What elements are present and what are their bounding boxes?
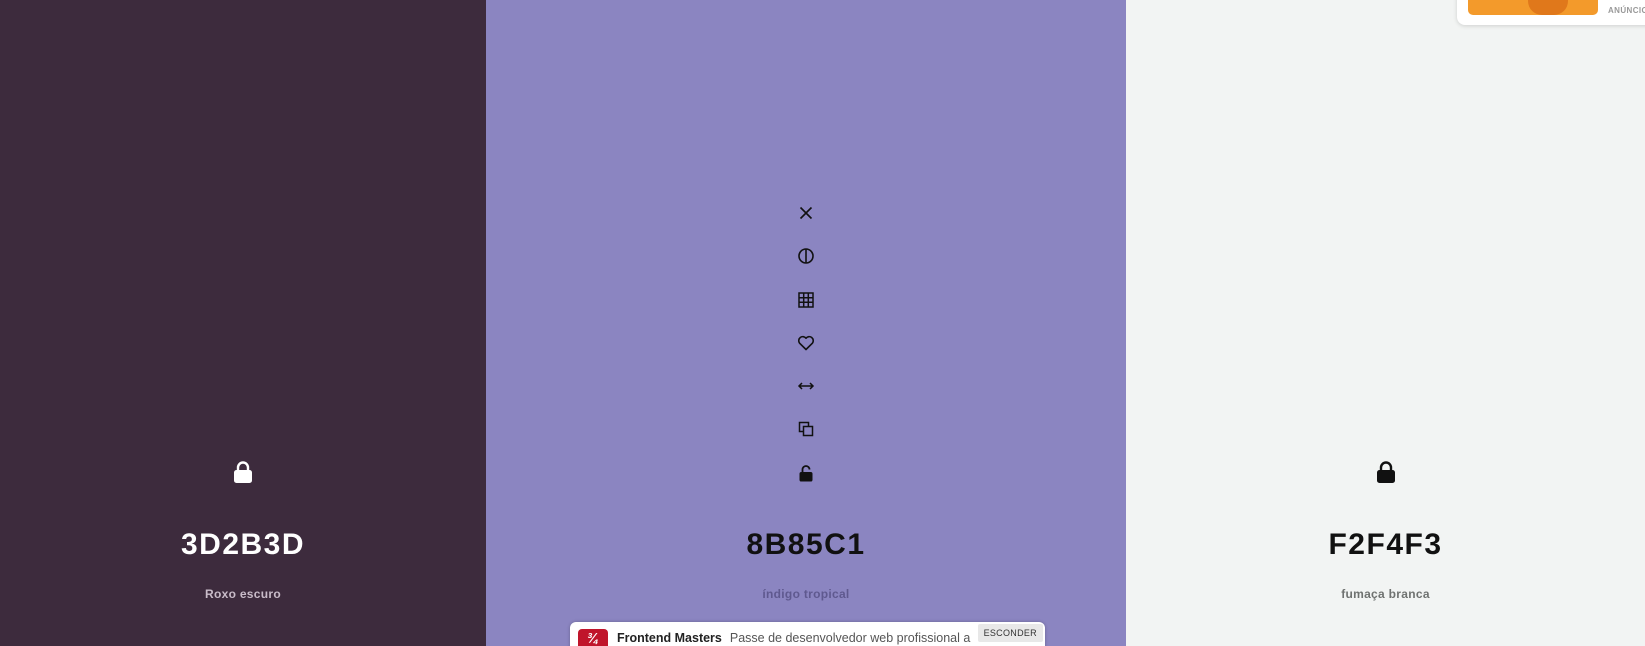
color-hex[interactable]: F2F4F3 — [1126, 528, 1645, 562]
favorite-button[interactable] — [793, 330, 819, 356]
close-icon — [799, 206, 813, 220]
hide-ad-button[interactable]: ESCONDER — [977, 624, 1043, 642]
color-column-3[interactable]: F2F4F3 fumaça branca — [1126, 0, 1645, 646]
color-toolbar — [793, 200, 819, 503]
ad-image[interactable] — [1468, 0, 1598, 15]
color-hex[interactable]: 3D2B3D — [0, 528, 486, 562]
color-hex[interactable]: 8B85C1 — [486, 528, 1126, 562]
shades-button[interactable] — [793, 287, 819, 313]
color-name: índigo tropical — [762, 587, 850, 601]
ad-label: ANÚNCIO — [1608, 6, 1645, 15]
remove-color-button[interactable] — [793, 200, 819, 226]
shades-icon — [798, 291, 814, 308]
color-column-2[interactable]: 8B85C1 índigo tropical — [486, 0, 1126, 646]
contrast-button[interactable] — [793, 243, 819, 269]
copy-button[interactable] — [793, 416, 819, 442]
ad-banner[interactable]: ¾ Frontend Masters Passe de desenvolvedo… — [570, 622, 1045, 646]
color-name: fumaça branca — [1341, 587, 1430, 601]
lock-icon[interactable] — [232, 460, 254, 484]
ad-logo: ¾ — [578, 629, 608, 646]
drag-icon — [797, 382, 815, 390]
color-name: Roxo escuro — [205, 587, 281, 601]
ad-text[interactable]: Passe de desenvolvedor web profissional … — [730, 631, 978, 645]
heart-icon — [797, 335, 815, 351]
lock-toggle-button[interactable] — [793, 460, 819, 486]
copy-icon — [798, 422, 814, 437]
color-column-1[interactable]: 3D2B3D Roxo escuro — [0, 0, 486, 646]
drag-button[interactable] — [793, 373, 819, 399]
unlock-icon — [799, 464, 813, 482]
corner-ad[interactable]: ANÚNCIO — [1457, 0, 1645, 25]
lock-icon[interactable] — [1375, 460, 1397, 484]
contrast-icon — [798, 248, 814, 265]
palette: 3D2B3D Roxo escuro 8B85C1 índigo tropica… — [0, 0, 1645, 646]
ad-brand[interactable]: Frontend Masters — [617, 631, 722, 645]
